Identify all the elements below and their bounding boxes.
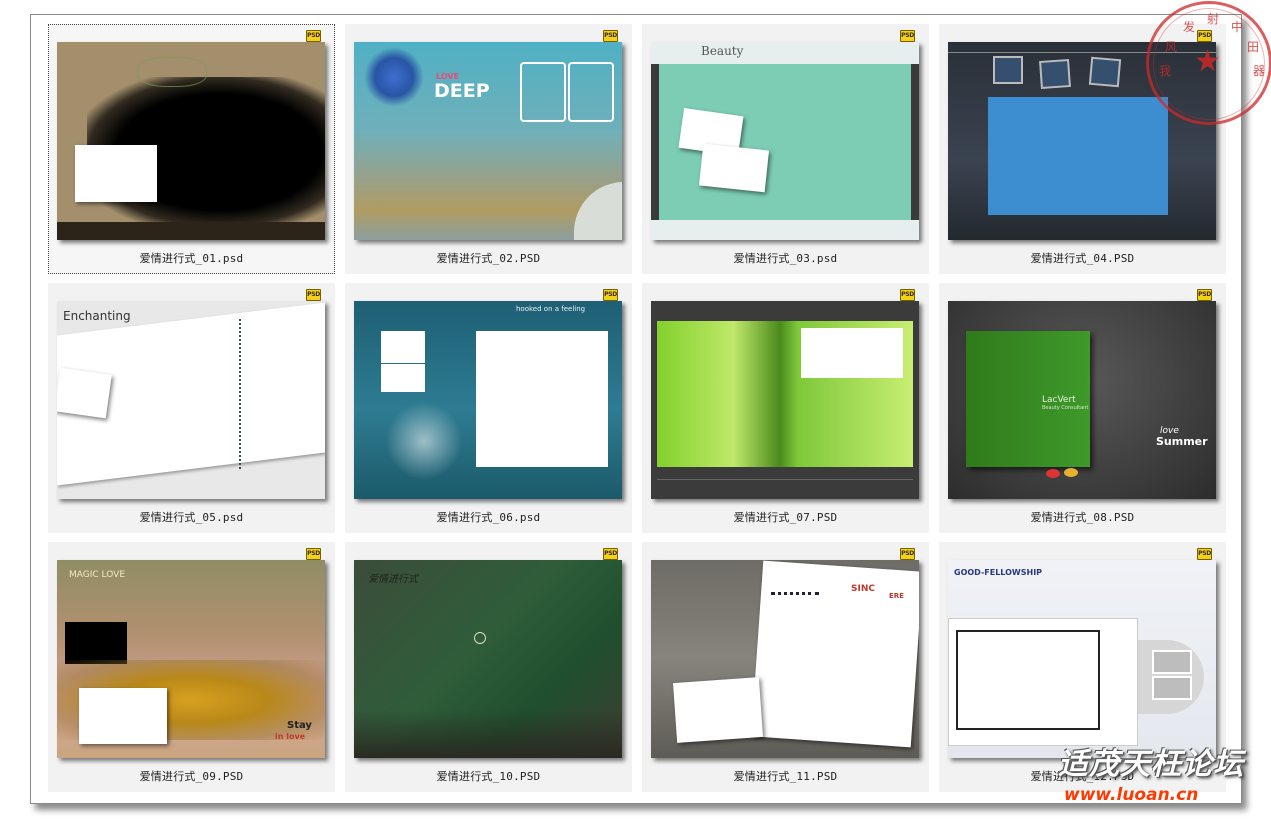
file-name: 爱情进行式_07.PSD: [733, 511, 838, 524]
thumbnail-title: DEEP: [434, 80, 490, 102]
file-name: 爱情进行式_11.PSD: [733, 770, 838, 783]
stamp-char: 我: [1159, 64, 1172, 78]
thumbnail-title: MAGIC LOVE: [69, 570, 125, 580]
stamp-char: 器: [1253, 64, 1266, 78]
file-name: 爱情进行式_10.PSD: [436, 770, 541, 783]
file-thumbnail: LOVE DEEP: [354, 42, 622, 240]
file-tile-07[interactable]: PSD 爱情进行式_07.PSD: [642, 283, 929, 533]
psd-file-icon: PSD: [306, 289, 321, 301]
file-tile-09[interactable]: PSD MAGIC LOVE Stay in love 爱情进行式_09.PSD: [48, 542, 335, 792]
file-thumbnail: MAGIC LOVE Stay in love: [57, 560, 325, 758]
forum-watermark: 适茂天枉论坛 www.luoan.cn: [1034, 735, 1270, 813]
file-tile-02[interactable]: PSD LOVE DEEP 爱情进行式_02.PSD: [345, 24, 632, 274]
stamp-char: 风: [1165, 40, 1178, 54]
file-name: 爱情进行式_08.PSD: [1030, 511, 1135, 524]
psd-file-icon: PSD: [603, 30, 618, 42]
thumbnail-title: SINC: [851, 584, 875, 594]
thumbnail-caption: ERE: [889, 592, 904, 600]
file-name: 爱情进行式_04.PSD: [1030, 252, 1135, 265]
star-icon: ★: [1194, 44, 1221, 79]
psd-file-icon: PSD: [900, 30, 915, 42]
thumbnail-grid: PSD 爱情进行式_01.psd PSD LOVE DEEP 爱情进行式_02.…: [48, 24, 1226, 792]
file-tile-06[interactable]: PSD hooked on a feeling 爱情进行式_06.psd: [345, 283, 632, 533]
file-tile-10[interactable]: PSD 爱情进行式 爱情进行式_10.PSD: [345, 542, 632, 792]
file-thumbnail: LacVert Beauty Consultant love Summer: [948, 301, 1216, 499]
thumbnail-view: PSD 爱情进行式_01.psd PSD LOVE DEEP 爱情进行式_02.…: [30, 14, 1242, 804]
thumbnail-caption: hooked on a feeling: [516, 305, 586, 313]
file-name: 爱情进行式_01.psd: [139, 252, 244, 265]
thumbnail-title: Enchanting: [63, 309, 131, 323]
file-thumbnail: [57, 42, 325, 240]
file-name: 爱情进行式_02.PSD: [436, 252, 541, 265]
file-thumbnail: hooked on a feeling: [354, 301, 622, 499]
file-thumbnail: [651, 301, 919, 499]
thumbnail-caption: Beauty Consultant: [1042, 405, 1089, 411]
psd-file-icon: PSD: [1197, 289, 1212, 301]
thumbnail-title: 爱情进行式: [368, 574, 418, 585]
psd-file-icon: PSD: [603, 548, 618, 560]
file-name: 爱情进行式_05.psd: [139, 511, 244, 524]
stamp-char: 射: [1207, 12, 1220, 26]
watermark-url: www.luoan.cn: [1064, 785, 1199, 805]
file-tile-11[interactable]: PSD SINC ERE 爱情进行式_11.PSD: [642, 542, 929, 792]
thumbnail-title: Stay: [287, 720, 312, 731]
stamp-char: 田: [1247, 40, 1260, 54]
file-thumbnail: Enchanting: [57, 301, 325, 499]
file-tile-01[interactable]: PSD 爱情进行式_01.psd: [48, 24, 335, 274]
psd-file-icon: PSD: [900, 548, 915, 560]
file-name: 爱情进行式_03.psd: [733, 252, 838, 265]
psd-file-icon: PSD: [900, 289, 915, 301]
psd-file-icon: PSD: [306, 548, 321, 560]
file-thumbnail: SINC ERE: [651, 560, 919, 758]
stamp-char: 发: [1183, 20, 1196, 34]
psd-file-icon: PSD: [603, 289, 618, 301]
file-name: 爱情进行式_09.PSD: [139, 770, 244, 783]
file-tile-05[interactable]: PSD Enchanting 爱情进行式_05.psd: [48, 283, 335, 533]
file-thumbnail: 爱情进行式: [354, 560, 622, 758]
thumbnail-title: Summer: [1156, 435, 1208, 448]
file-tile-03[interactable]: PSD Beauty 爱情进行式_03.psd: [642, 24, 929, 274]
red-seal-stamp: ★ 我 风 发 射 中 田 器: [1146, 1, 1271, 125]
stamp-char: 中: [1231, 20, 1244, 34]
file-tile-08[interactable]: PSD LacVert Beauty Consultant love Summe…: [939, 283, 1226, 533]
thumbnail-caption: in love: [275, 732, 306, 741]
thumbnail-title: LacVert: [1042, 395, 1076, 405]
thumbnail-title: GOOD-FELLOWSHIP: [954, 568, 1043, 577]
watermark-title: 适茂天枉论坛: [1058, 747, 1244, 782]
thumbnail-title: Beauty: [701, 44, 744, 58]
file-thumbnail: Beauty: [651, 42, 919, 240]
psd-file-icon: PSD: [306, 30, 321, 42]
file-name: 爱情进行式_06.psd: [436, 511, 541, 524]
psd-file-icon: PSD: [1197, 548, 1212, 560]
file-thumbnail: GOOD-FELLOWSHIP: [948, 560, 1216, 758]
